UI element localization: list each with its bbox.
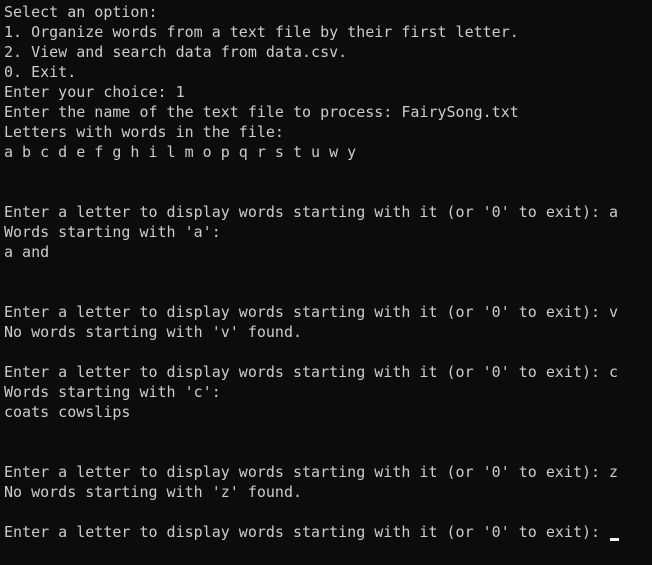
console-line: Select an option:: [4, 3, 158, 21]
console-line: coats cowslips: [4, 403, 131, 421]
console-line: Words starting with 'a':: [4, 223, 221, 241]
console-prompt: Enter a letter to display words starting…: [4, 523, 610, 541]
text-cursor[interactable]: [610, 538, 620, 541]
console-line: 1. Organize words from a text file by th…: [4, 23, 519, 41]
console-line: a and: [4, 243, 50, 261]
console-line: Enter your choice: 1: [4, 83, 185, 101]
console-line: 2. View and search data from data.csv.: [4, 43, 348, 61]
console-line: No words starting with 'v' found.: [4, 323, 303, 341]
console-line: Words starting with 'c':: [4, 383, 221, 401]
console-line: Enter a letter to display words starting…: [4, 303, 619, 321]
console-line: Enter a letter to display words starting…: [4, 203, 619, 221]
console-line: Enter a letter to display words starting…: [4, 463, 619, 481]
console-line: No words starting with 'z' found.: [4, 483, 303, 501]
console-line: Enter the name of the text file to proce…: [4, 103, 519, 121]
console-window[interactable]: Select an option: 1. Organize words from…: [0, 0, 652, 565]
console-line: Enter a letter to display words starting…: [4, 363, 619, 381]
console-input-line[interactable]: Enter a letter to display words starting…: [4, 522, 652, 542]
console-line: a b c d e f g h i l m o p q r s t u w y: [4, 143, 357, 161]
console-line: 0. Exit.: [4, 63, 77, 81]
console-line: Letters with words in the file:: [4, 123, 284, 141]
